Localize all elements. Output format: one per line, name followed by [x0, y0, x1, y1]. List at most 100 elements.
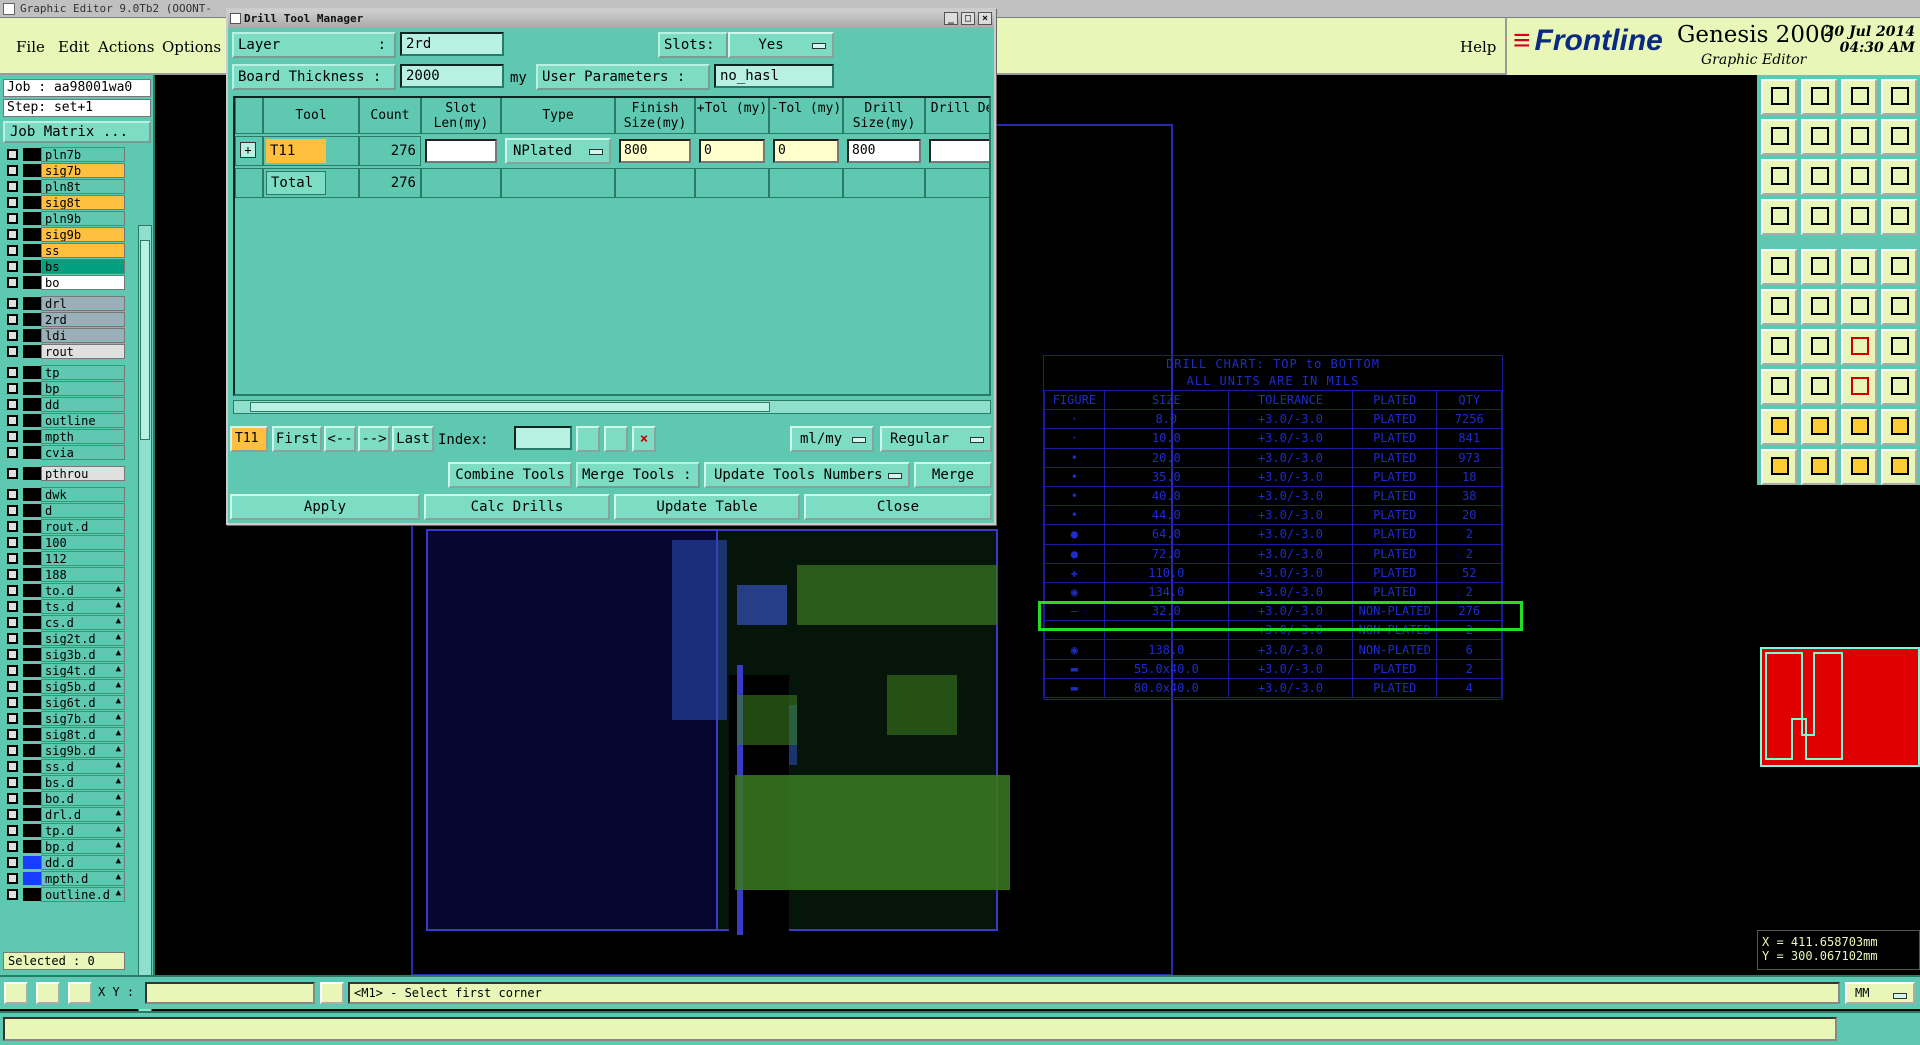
layer-name[interactable]: sig7b	[41, 163, 125, 178]
layer-row[interactable]: pthrou	[3, 466, 125, 481]
layer-name[interactable]: 188	[41, 567, 125, 582]
zoom-prev-icon[interactable]	[1761, 119, 1797, 155]
layer-name[interactable]: mpth	[41, 429, 125, 444]
layer-row[interactable]: pln7b	[3, 147, 125, 162]
layer-name[interactable]: sig8t	[41, 195, 125, 210]
combine-tools-button[interactable]: Combine Tools	[448, 462, 572, 488]
select2-icon[interactable]	[1801, 449, 1837, 485]
apply-button[interactable]: Apply	[230, 494, 420, 520]
scroll-thumb[interactable]	[140, 240, 150, 440]
job-matrix-button[interactable]: Job Matrix ...	[3, 121, 151, 143]
copy-icon[interactable]	[1881, 289, 1917, 325]
finish-size-input[interactable]: 800	[619, 139, 691, 163]
layers-icon[interactable]	[1761, 199, 1797, 235]
layer-row[interactable]: tp	[3, 365, 125, 380]
info-icon[interactable]	[320, 982, 344, 1004]
layer-checkbox[interactable]	[7, 415, 18, 426]
layer-name[interactable]: bs.d	[41, 775, 125, 790]
layer-name[interactable]: 100	[41, 535, 125, 550]
slot-len-input[interactable]	[425, 139, 497, 163]
close-button[interactable]: Close	[804, 494, 992, 520]
layer-name[interactable]: outline.d	[41, 887, 125, 902]
menu-options[interactable]: Options	[162, 38, 221, 56]
drill-size-input[interactable]: 800	[847, 139, 921, 163]
layer-row[interactable]: sig4t.d ▲	[3, 663, 125, 678]
layer-checkbox[interactable]	[7, 277, 18, 288]
text3-icon[interactable]	[1881, 409, 1917, 445]
first-button[interactable]: First	[272, 426, 322, 452]
layer-checkbox[interactable]	[7, 261, 18, 272]
layer-row[interactable]: bs	[3, 259, 125, 274]
layer-name[interactable]: pthrou	[41, 466, 125, 481]
minimize-icon[interactable]: _	[944, 12, 958, 25]
layer-row[interactable]: tp.d ▲	[3, 823, 125, 838]
move-icon[interactable]	[1841, 289, 1877, 325]
layer-row[interactable]: 112	[3, 551, 125, 566]
layer-name[interactable]: ss.d	[41, 759, 125, 774]
merge-button[interactable]: Merge	[914, 462, 992, 488]
layer-checkbox[interactable]	[7, 447, 18, 458]
menu-edit[interactable]: Edit	[58, 38, 89, 56]
layer-name[interactable]: ss	[41, 243, 125, 258]
command-input[interactable]	[3, 1017, 1837, 1041]
layer-checkbox[interactable]	[7, 745, 18, 756]
layer-checkbox[interactable]	[7, 229, 18, 240]
drill-des-input[interactable]	[929, 139, 989, 163]
next-button[interactable]: -->	[358, 426, 390, 452]
layer-checkbox[interactable]	[7, 367, 18, 378]
layer-row[interactable]: bo.d ▲	[3, 791, 125, 806]
layer-checkbox[interactable]	[7, 681, 18, 692]
layer-name[interactable]: bo	[41, 275, 125, 290]
layer-row[interactable]: dd.d ▲	[3, 855, 125, 870]
save-icon[interactable]	[1801, 79, 1837, 115]
layer-row[interactable]: 188	[3, 567, 125, 582]
layer-name[interactable]: pln7b	[41, 147, 125, 162]
layer-row[interactable]: bp.d ▲	[3, 839, 125, 854]
arc-icon[interactable]	[1761, 329, 1797, 365]
layer-checkbox[interactable]	[7, 857, 18, 868]
menu-help[interactable]: Help	[1460, 38, 1496, 56]
line-icon[interactable]	[1841, 249, 1877, 285]
measure-icon[interactable]	[1881, 199, 1917, 235]
pan-icon[interactable]	[1801, 159, 1837, 195]
rotate-icon[interactable]	[1841, 329, 1877, 365]
window-icon[interactable]	[1881, 79, 1917, 115]
layer-name[interactable]: rout.d	[41, 519, 125, 534]
text-icon[interactable]	[1801, 409, 1837, 445]
scale-icon[interactable]	[1841, 159, 1877, 195]
search-icon[interactable]	[576, 426, 600, 452]
layer-row[interactable]: sig8t.d ▲	[3, 727, 125, 742]
layer-scrollbar[interactable]	[138, 225, 152, 1015]
layer-row[interactable]: 100	[3, 535, 125, 550]
layer-name[interactable]: sig3b.d	[41, 647, 125, 662]
delete-icon[interactable]	[1801, 369, 1837, 405]
layer-name[interactable]: sig4t.d	[41, 663, 125, 678]
layer-checkbox[interactable]	[7, 825, 18, 836]
add-icon[interactable]	[1761, 369, 1797, 405]
layer-row[interactable]: sig9b	[3, 227, 125, 242]
layer-row[interactable]: 2rd	[3, 312, 125, 327]
layer-name[interactable]: rout	[41, 344, 125, 359]
menu-actions[interactable]: Actions	[98, 38, 154, 56]
layer-checkbox[interactable]	[7, 585, 18, 596]
layer-checkbox[interactable]	[7, 537, 18, 548]
text2-icon[interactable]	[1841, 409, 1877, 445]
layer-checkbox[interactable]	[7, 761, 18, 772]
layer-checkbox[interactable]	[7, 873, 18, 884]
layer-row[interactable]: d	[3, 503, 125, 518]
layer-row[interactable]: ss.d ▲	[3, 759, 125, 774]
layer-name[interactable]: cvia	[41, 445, 125, 460]
home-icon[interactable]	[1841, 79, 1877, 115]
layer-row[interactable]: sig8t	[3, 195, 125, 210]
layer-row[interactable]: sig7b	[3, 163, 125, 178]
layer-name[interactable]: tp	[41, 365, 125, 380]
grid-icon[interactable]	[1801, 199, 1837, 235]
layer-checkbox[interactable]	[7, 697, 18, 708]
net-icon[interactable]	[1881, 369, 1917, 405]
layer-checkbox[interactable]	[7, 521, 18, 532]
layer-name[interactable]: sig2t.d	[41, 631, 125, 646]
edit-icon[interactable]	[1801, 249, 1837, 285]
layer-name[interactable]: bp.d	[41, 839, 125, 854]
layer-name[interactable]: bo.d	[41, 791, 125, 806]
mode-select[interactable]: Regular	[880, 426, 992, 452]
